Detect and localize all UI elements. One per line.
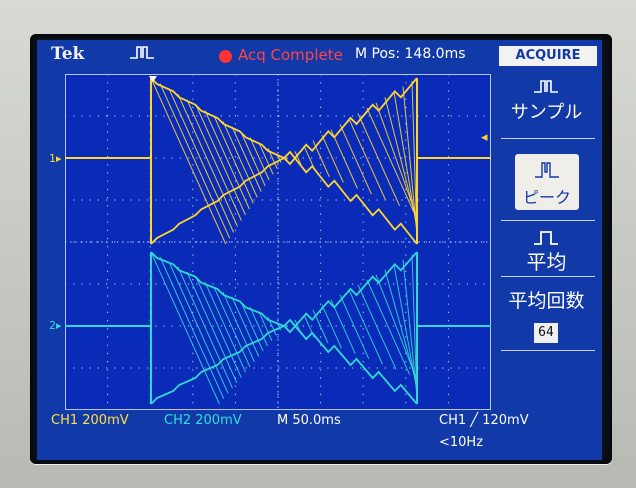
waveform-hatch xyxy=(357,284,397,370)
menu-divider xyxy=(501,138,595,139)
ch2-marker-label: 2 xyxy=(49,319,56,332)
waveform-graticule xyxy=(65,74,491,410)
waveform-hatch xyxy=(150,251,220,405)
ch1-waveform xyxy=(65,77,491,245)
waveform-hatch xyxy=(159,256,225,399)
waveform-hatch xyxy=(321,304,342,349)
oscilloscope-screen: Tek Acq Complete M Pos: 148.0ms 1▸ 2▸ ◂ … xyxy=(37,40,602,460)
sample-label: サンプル xyxy=(510,102,583,123)
waveform-hatch xyxy=(384,269,418,386)
average-count-label: 平均回数 xyxy=(508,290,585,312)
waveform-hatch xyxy=(312,309,329,344)
waveform-hatch xyxy=(195,276,242,378)
average-label: 平均 xyxy=(526,250,567,274)
menu-item-peak-detect[interactable]: ピーク xyxy=(515,154,579,210)
menu-divider xyxy=(501,276,595,277)
frequency-readout: <10Hz xyxy=(439,435,484,450)
acquire-menu: ACQUIRE サンプル ピーク 平均 平均回数 64 xyxy=(491,40,602,460)
peak-detect-icon xyxy=(535,162,559,178)
waveform-hatch xyxy=(384,97,418,224)
waveform-hatch xyxy=(222,291,255,362)
ch1-ground-marker: 1▸ xyxy=(49,152,62,165)
waveform-envelope xyxy=(150,251,418,334)
acquisition-status: Acq Complete xyxy=(238,46,343,64)
waveform-hatch xyxy=(285,324,288,328)
ch1-marker-label: 1 xyxy=(49,152,56,165)
menu-item-average[interactable]: 平均 xyxy=(491,224,602,284)
peak-detect-label: ピーク xyxy=(522,188,571,207)
waveform-envelope xyxy=(150,318,418,405)
average-count-value[interactable]: 64 xyxy=(534,323,558,343)
waveform-hatch xyxy=(258,142,274,175)
run-stop-indicator-icon xyxy=(219,50,232,63)
brand-logo: Tek xyxy=(51,44,85,64)
sample-mode-icon xyxy=(534,80,558,93)
trigger-state-icon xyxy=(130,46,154,59)
ch2-ground-marker: 2▸ xyxy=(49,319,62,332)
menu-divider xyxy=(501,350,595,351)
waveform-hatch xyxy=(186,271,238,384)
trigger-level-marker-icon: ◂ xyxy=(481,130,488,145)
waveform-hatch xyxy=(357,113,401,207)
ch2-scale-readout: CH2 200mV xyxy=(164,413,242,428)
graticule-svg xyxy=(65,74,491,410)
horizontal-position: M Pos: 148.0ms xyxy=(355,46,466,62)
waveform-hatch xyxy=(231,126,262,192)
average-mode-icon xyxy=(534,231,558,245)
ch1-scale-readout: CH1 200mV xyxy=(51,413,129,428)
timebase-readout: M 50.0ms xyxy=(277,413,341,428)
waveform-hatch xyxy=(339,294,370,360)
menu-item-sample[interactable]: サンプル xyxy=(491,74,602,134)
menu-title: ACQUIRE xyxy=(499,46,597,66)
waveform-hatch xyxy=(330,129,358,189)
menu-divider xyxy=(501,220,595,221)
waveform-hatch xyxy=(321,134,344,183)
trigger-readout: CH1 ╱ 120mV xyxy=(439,413,529,428)
grid-dots xyxy=(65,74,491,410)
waveform-hatch xyxy=(348,118,386,201)
waveform-hatch xyxy=(366,279,411,375)
